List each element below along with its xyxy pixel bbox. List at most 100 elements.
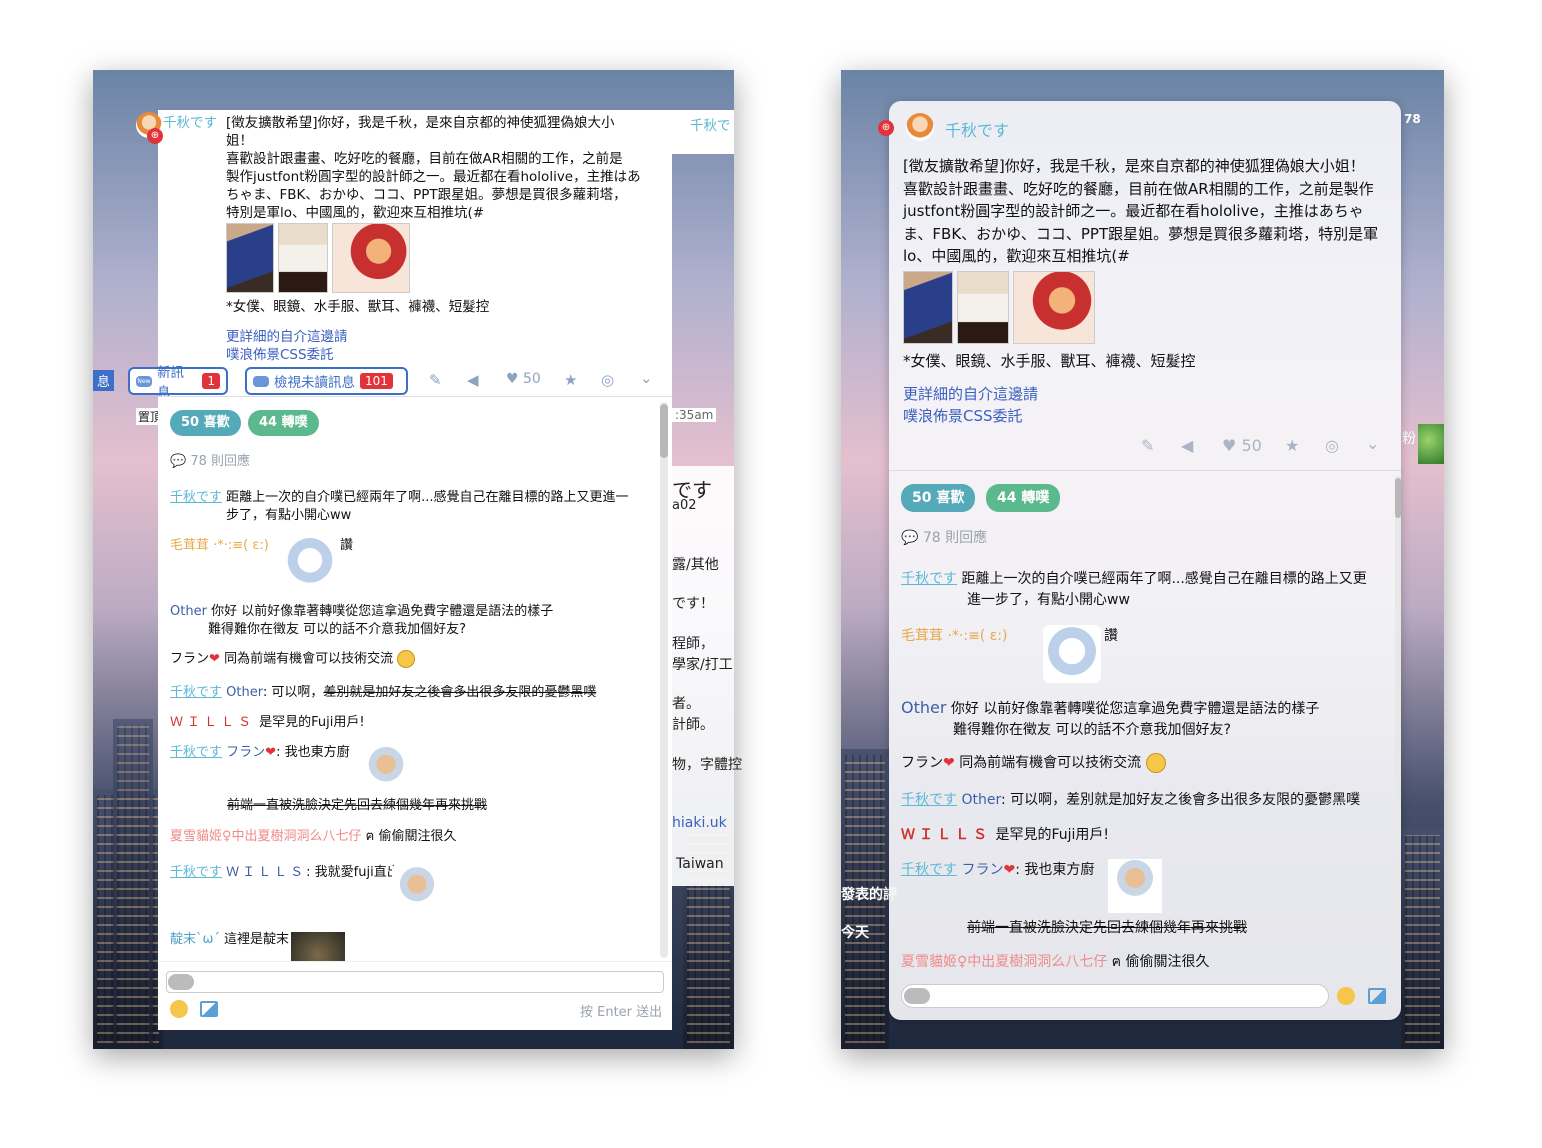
responder-name[interactable]: 千秋です xyxy=(901,862,957,878)
responder-name[interactable]: 千秋です xyxy=(901,792,957,808)
likes-tag[interactable]: 50 喜歡 xyxy=(170,410,241,436)
responder-name[interactable]: 夏雪貓姬♀中出夏樹洞洞么八七仔 xyxy=(170,829,362,844)
new-messages-button[interactable]: New 新訊息 1 xyxy=(128,365,228,401)
fragment: 計師。 xyxy=(672,717,714,733)
responder-name[interactable]: ＷＩＬＬＳ xyxy=(170,715,255,730)
responder-name[interactable]: 靛末`ω´ xyxy=(170,932,220,947)
response-item: フラン❤ 同為前端有機會可以技術交流 xyxy=(170,650,416,669)
responder-name[interactable]: フラン xyxy=(901,755,943,771)
responder-name[interactable]: 千秋です xyxy=(901,571,957,587)
mention-name[interactable]: フラン xyxy=(961,862,1003,878)
strikethrough-text: 前端一直被洗臉決定先回去練個幾年再來挑戰 xyxy=(227,798,488,813)
mention-name[interactable]: ＷＩＬＬＳ xyxy=(226,865,306,880)
reply-input[interactable] xyxy=(901,984,1329,1008)
replurk-icon[interactable]: ◎ xyxy=(601,371,614,389)
post-images xyxy=(226,223,410,293)
response-text: 距離上一次的自介噗已經兩年了啊...感覺自己在離目標的路上又更進一 xyxy=(226,490,629,505)
view-unread-button[interactable]: 檢視未讀訊息 101 xyxy=(245,367,408,395)
qualifier-toggle[interactable] xyxy=(904,988,930,1004)
fragment-link[interactable]: hiaki.uk xyxy=(672,815,727,831)
fragment: です！ xyxy=(672,596,714,612)
response-item: ＷＩＬＬＳ 是罕見的Fuji用戶! xyxy=(170,714,365,732)
scrollbar[interactable] xyxy=(1395,476,1401,976)
chevron-down-icon[interactable]: ⌄ xyxy=(640,369,653,387)
illustration-thumbnail[interactable] xyxy=(332,223,410,293)
emoticon-icon[interactable] xyxy=(170,1000,188,1018)
favorite-star-icon[interactable]: ★ xyxy=(564,371,577,389)
replurks-tag[interactable]: 44 轉噗 xyxy=(986,484,1061,512)
edit-icon[interactable]: ✎ xyxy=(1141,436,1154,455)
responder-name[interactable]: ＷＩＬＬＳ xyxy=(901,827,991,843)
image-upload-icon[interactable] xyxy=(200,1001,218,1017)
mute-icon[interactable]: ◀ xyxy=(1181,436,1193,455)
mute-icon[interactable]: ◀ xyxy=(467,371,479,389)
strikethrough-text: 差別就是加好友之後會多出很多友限的憂鬱黑噗 xyxy=(323,685,597,700)
response-count: 💬 78 則回應 xyxy=(170,454,251,469)
like-button[interactable]: ♥ 50 xyxy=(506,371,541,387)
grin-emoji-icon xyxy=(1145,753,1166,773)
response-count-text: 78 則回應 xyxy=(190,454,251,469)
intro-link[interactable]: 更詳細的自介這邊請 xyxy=(226,325,348,345)
illustration-thumbnail[interactable] xyxy=(1013,271,1095,344)
response-item: Other 你好 以前好像靠著轉噗從您這拿過免費字體還是語法的樣子 難得難你在徵… xyxy=(170,603,553,639)
mention-name[interactable]: Other xyxy=(226,685,263,700)
photo-thumbnail[interactable] xyxy=(903,271,953,344)
post-line: 製作justfont粉圓字型的設計師之一。最近都在看hololive，主推はあ xyxy=(226,169,641,185)
scrollbar-thumb[interactable] xyxy=(660,404,668,458)
messages-tab[interactable]: 息 xyxy=(93,370,115,391)
replurks-tag[interactable]: 44 轉噗 xyxy=(248,410,319,436)
like-button[interactable]: ♥ 50 xyxy=(1222,436,1262,455)
fragment: Taiwan xyxy=(676,856,724,872)
responder-name[interactable]: 夏雪貓姬♀中出夏樹洞洞么八七仔 xyxy=(901,954,1107,970)
responder-name[interactable]: 千秋です xyxy=(170,745,222,760)
post-author[interactable]: 千秋です xyxy=(945,117,1009,141)
photo-thumbnail[interactable] xyxy=(226,223,274,293)
author-name[interactable]: 千秋です xyxy=(163,115,217,131)
scrollbar[interactable] xyxy=(660,402,668,958)
photo-thumbnail[interactable] xyxy=(278,223,328,293)
image-upload-icon[interactable] xyxy=(1368,988,1386,1004)
frog-avatar[interactable] xyxy=(1418,424,1444,464)
fragment: a02 xyxy=(672,498,697,513)
scrollbar-thumb[interactable] xyxy=(1395,478,1401,518)
qualifier-toggle[interactable] xyxy=(168,974,194,990)
response-item: 千秋です Other: 可以啊，差別就是加好友之後會多出很多友限的憂鬱黑噗 xyxy=(170,684,596,702)
post-line: ま、FBK、おかゆ、ココ、PPT跟星姐。夢想是買很多蘿莉塔，特別是軍 xyxy=(903,224,1379,243)
reply-input[interactable] xyxy=(166,971,664,993)
css-commission-link[interactable]: 噗浪佈景CSS委託 xyxy=(226,343,334,363)
likes-tag[interactable]: 50 喜歡 xyxy=(901,484,976,512)
building xyxy=(1401,829,1444,1049)
css-commission-link[interactable]: 噗浪佈景CSS委託 xyxy=(903,405,1023,426)
responder-name[interactable]: フラン xyxy=(170,652,209,667)
emoticon-icon[interactable] xyxy=(1337,987,1355,1005)
intro-link[interactable]: 更詳細的自介這邊請 xyxy=(903,383,1038,404)
response-text: 偷偷關注很久 xyxy=(1125,954,1210,970)
responder-name[interactable]: 毛茸茸 ·*·:≡( ε:) xyxy=(170,538,269,553)
responder-name[interactable]: Other xyxy=(170,604,207,619)
edit-icon[interactable]: ✎ xyxy=(429,371,442,389)
response-text: 同為前端有機會可以技術交流 xyxy=(224,651,394,667)
chevron-down-icon[interactable]: ⌄ xyxy=(1366,434,1379,453)
favorite-star-icon[interactable]: ★ xyxy=(1285,436,1299,455)
responder-name[interactable]: Other xyxy=(901,698,946,717)
post-line: lo、中國風的，歡迎來互相推坑(# xyxy=(903,247,1130,265)
post-line: ちゃま、FBK、おかゆ、ココ、PPT跟星姐。夢想是買很多蘿莉塔， xyxy=(226,187,627,203)
fragment-author: 千秋で xyxy=(690,118,731,134)
post-line: 姐！ xyxy=(226,133,253,149)
avatar[interactable] xyxy=(906,113,934,141)
replurk-icon[interactable]: ◎ xyxy=(1325,436,1339,455)
mention-name[interactable]: Other xyxy=(961,792,1001,808)
chibi-sticker xyxy=(1043,625,1101,683)
post-author[interactable]: 千秋です xyxy=(163,114,217,132)
post-line: justfont粉圓字型的設計師之一。最近都在看hololive，主推はあちゃ xyxy=(903,202,1364,220)
responder-name[interactable]: 千秋です xyxy=(170,490,222,505)
responder-name[interactable]: 千秋です xyxy=(170,865,222,880)
responder-name[interactable]: 毛茸茸 ·*·:≡( ε:) xyxy=(901,628,1007,644)
response-text: 這裡是靛末 xyxy=(224,932,290,947)
mention-name[interactable]: フラン xyxy=(226,745,265,760)
thumbs-up-guy-sticker xyxy=(1108,859,1162,913)
responder-name[interactable]: 千秋です xyxy=(170,685,222,700)
post-tags-text: *女僕、眼鏡、水手服、獸耳、褲襪、短髮控 xyxy=(903,352,1196,370)
new-icon: New xyxy=(136,375,152,387)
photo-thumbnail[interactable] xyxy=(957,271,1009,344)
